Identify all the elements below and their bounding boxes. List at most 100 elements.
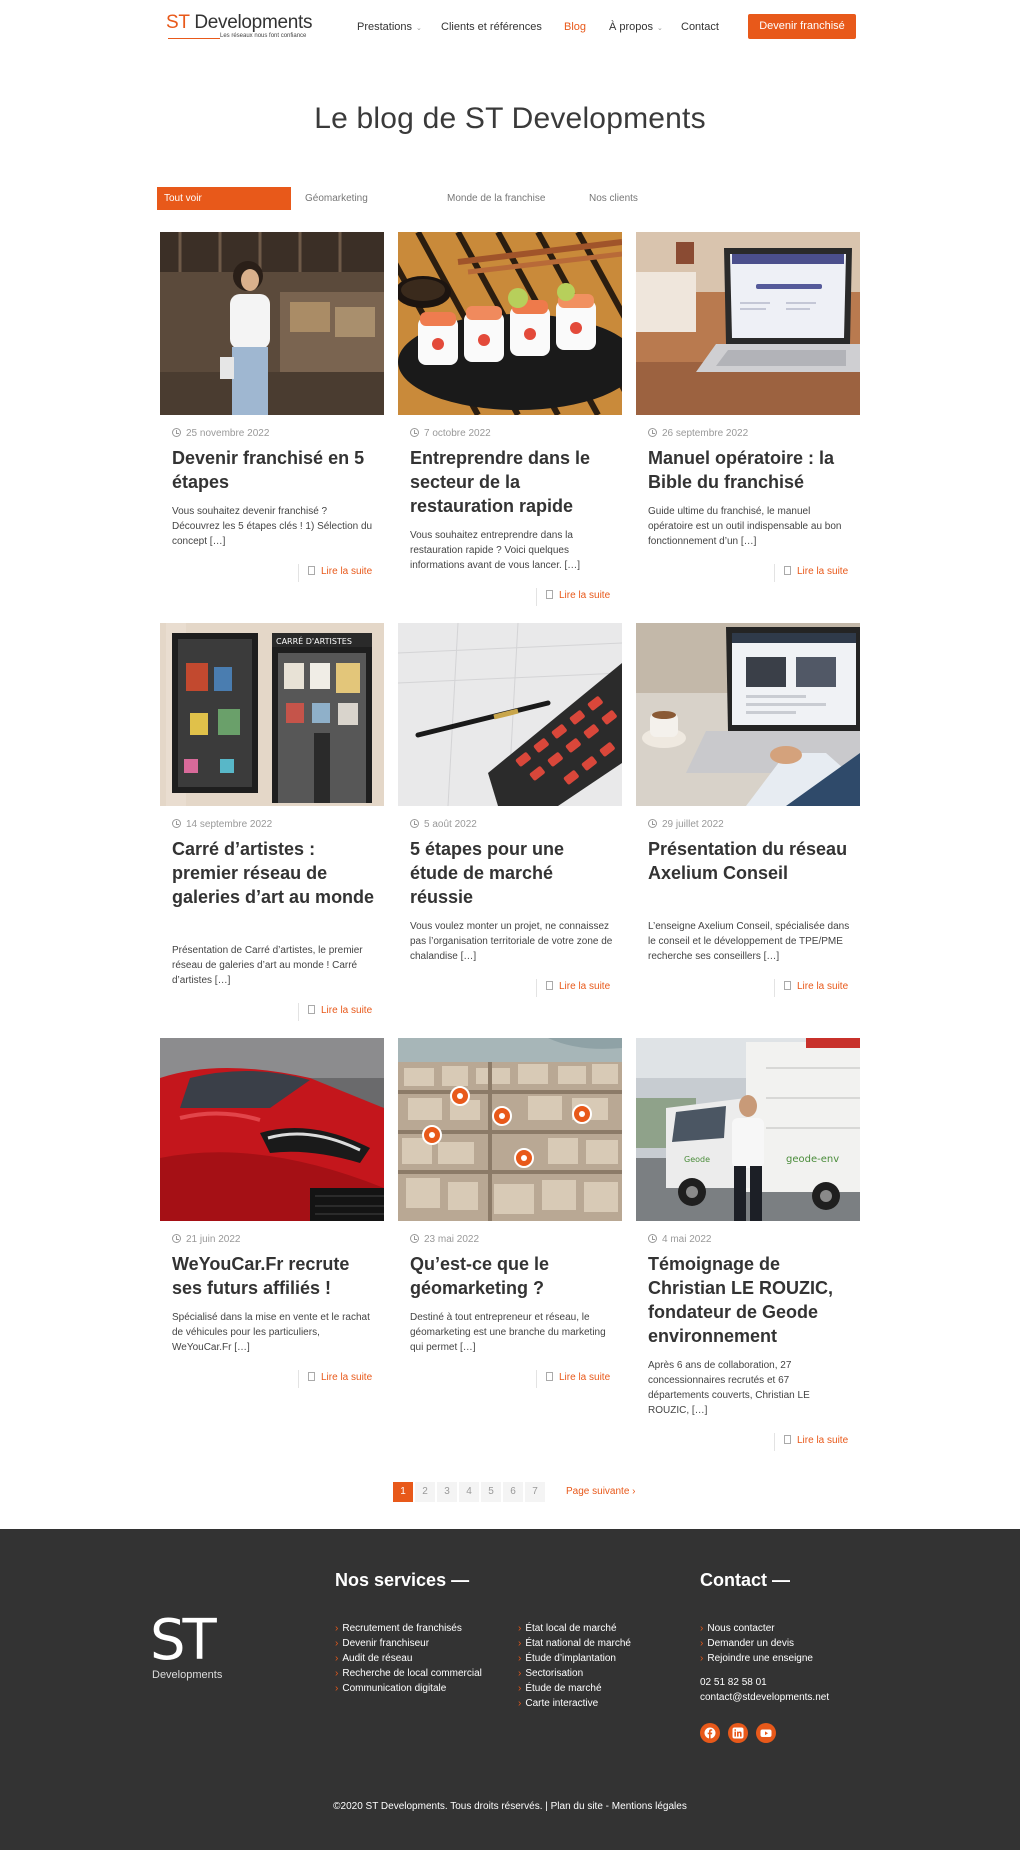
email-address[interactable]: contact@stdevelopments.net [700,1690,829,1705]
page-link-3[interactable]: 3 [437,1482,457,1502]
post-image-art-gallery[interactable]: CARRÉ D'ARTISTES [160,623,384,806]
post-title[interactable]: Entreprendre dans le secteur de la resta… [410,446,614,518]
post-excerpt: Guide ultime du franchisé, le manuel opé… [648,506,842,547]
read-more-link[interactable]: Lire la suite [784,1435,848,1446]
copyright-text: ©2020 ST Developments. Tous droits réser… [333,1801,543,1812]
page-link-6[interactable]: 6 [503,1482,523,1502]
post-date: 25 novembre 2022 [172,428,269,439]
post-title[interactable]: 5 étapes pour une étude de marché réussi… [410,837,614,909]
post-excerpt: Après 6 ans de collaboration, 27 concess… [648,1360,810,1416]
document-icon [546,1372,553,1381]
clock-icon [410,428,419,437]
post-image-woman-restaurant[interactable] [160,232,384,415]
post-image-sushi[interactable] [398,232,622,415]
read-more-link[interactable]: Lire la suite [546,590,610,601]
divider [536,588,537,606]
footer-link[interactable]: Audit de réseau [335,1651,482,1666]
post-title[interactable]: WeYouCar.Fr recrute ses futurs affiliés … [172,1252,376,1300]
blog-card: 21 juin 2022 WeYouCar.Fr recrute ses fut… [160,1038,384,1388]
footer-link[interactable]: Devenir franchiseur [335,1636,482,1651]
filter-all[interactable]: Tout voir [157,187,291,210]
svg-text:geode-env: geode-env [786,1154,839,1165]
footer-link[interactable]: Rejoindre une enseigne [700,1651,813,1666]
post-image-red-car[interactable] [160,1038,384,1221]
logo-st: ST [166,12,190,33]
footer-link[interactable]: Sectorisation [518,1666,631,1681]
read-more-link[interactable]: Lire la suite [784,566,848,577]
read-more-link[interactable]: Lire la suite [308,566,372,577]
footer-link[interactable]: Recrutement de franchisés [335,1621,482,1636]
svg-text:Geode: Geode [684,1155,710,1164]
next-page-link[interactable]: Page suivante › [566,1482,636,1502]
youtube-icon[interactable] [756,1723,776,1743]
filter-our-clients[interactable]: Nos clients [589,187,638,210]
nav-item-prestations[interactable]: Prestations ⌄ [357,18,422,38]
legal-notice-link[interactable]: Mentions légales [612,1801,687,1812]
clock-icon [172,819,181,828]
blog-card: 29 juillet 2022 Présentation du réseau A… [636,623,860,997]
sitemap-link[interactable]: Plan du site [551,1801,603,1812]
blog-card: 7 octobre 2022 Entreprendre dans le sect… [398,232,622,606]
page-link-1[interactable]: 1 [393,1482,413,1502]
footer-link[interactable]: Recherche de local commercial [335,1666,482,1681]
nav-item-blog[interactable]: Blog [564,18,586,36]
filter-geomarketing[interactable]: Géomarketing [305,187,368,210]
post-excerpt: L’enseigne Axelium Conseil, spécialisée … [648,921,850,962]
divider [774,979,775,997]
footer-link[interactable]: Carte interactive [518,1696,631,1711]
page-link-2[interactable]: 2 [415,1482,435,1502]
post-title[interactable]: Témoignage de Christian LE ROUZIC, fonda… [648,1252,852,1348]
post-title[interactable]: Devenir franchisé en 5 étapes [172,446,376,494]
read-more-link[interactable]: Lire la suite [308,1005,372,1016]
read-more-link[interactable]: Lire la suite [546,1372,610,1383]
phone-number[interactable]: 02 51 82 58 01 [700,1675,767,1690]
nav-item-a-propos[interactable]: À propos ⌄ [609,18,663,38]
clock-icon [172,428,181,437]
footer-link[interactable]: État local de marché [518,1621,631,1636]
facebook-icon[interactable] [700,1723,720,1743]
contact-heading: Contact — [700,1570,790,1590]
post-title[interactable]: Qu’est-ce que le géomarketing ? [410,1252,614,1300]
footer-link[interactable]: Demander un devis [700,1636,813,1651]
post-image-aerial-city[interactable] [398,1038,622,1221]
divider [536,1370,537,1388]
footer-link[interactable]: État national de marché [518,1636,631,1651]
services-list: Recrutement de franchisés Devenir franch… [335,1621,482,1696]
post-image-laptop[interactable] [636,232,860,415]
footer-link[interactable]: Étude de marché [518,1681,631,1696]
nav-item-contact[interactable]: Contact [681,18,719,36]
page-link-7[interactable]: 7 [525,1482,545,1502]
post-image-man-truck[interactable]: geode-env Geode [636,1038,860,1221]
post-date: 21 juin 2022 [172,1234,241,1245]
site-logo[interactable]: ST Developments Les réseaux nous font co… [166,12,316,44]
post-title[interactable]: Manuel opératoire : la Bible du franchis… [648,446,852,494]
page-link-4[interactable]: 4 [459,1482,479,1502]
divider [774,1433,775,1451]
divider [536,979,537,997]
logo-tagline: Les réseaux nous font confiance [220,33,307,39]
blog-card: 25 novembre 2022 Devenir franchisé en 5 … [160,232,384,582]
read-more-link[interactable]: Lire la suite [784,981,848,992]
footer-logo[interactable]: ST Developments [150,1613,230,1682]
nav-item-clients[interactable]: Clients et références [441,18,542,36]
post-excerpt: Vous souhaitez devenir franchisé ? Décou… [172,506,373,547]
divider [298,564,299,582]
page-link-5[interactable]: 5 [481,1482,501,1502]
chevron-down-icon: ⌄ [416,25,422,32]
footer-link[interactable]: Communication digitale [335,1681,482,1696]
read-more-link[interactable]: Lire la suite [308,1372,372,1383]
post-title[interactable]: Carré d’artistes : premier réseau de gal… [172,837,376,909]
post-image-calculator[interactable] [398,623,622,806]
footer-link[interactable]: Étude d’implantation [518,1651,631,1666]
post-image-person-laptop[interactable] [636,623,860,806]
filter-franchise-world[interactable]: Monde de la franchise [447,187,545,210]
post-excerpt: Vous souhaitez entreprendre dans la rest… [410,530,581,571]
read-more-link[interactable]: Lire la suite [546,981,610,992]
linkedin-icon[interactable] [728,1723,748,1743]
footer-link[interactable]: Nous contacter [700,1621,813,1636]
clock-icon [648,1234,657,1243]
contact-list: Nous contacter Demander un devis Rejoind… [700,1621,813,1666]
become-franchisee-button[interactable]: Devenir franchisé [748,14,856,39]
chevron-down-icon: ⌄ [657,25,663,32]
post-title[interactable]: Présentation du réseau Axelium Conseil [648,837,852,885]
